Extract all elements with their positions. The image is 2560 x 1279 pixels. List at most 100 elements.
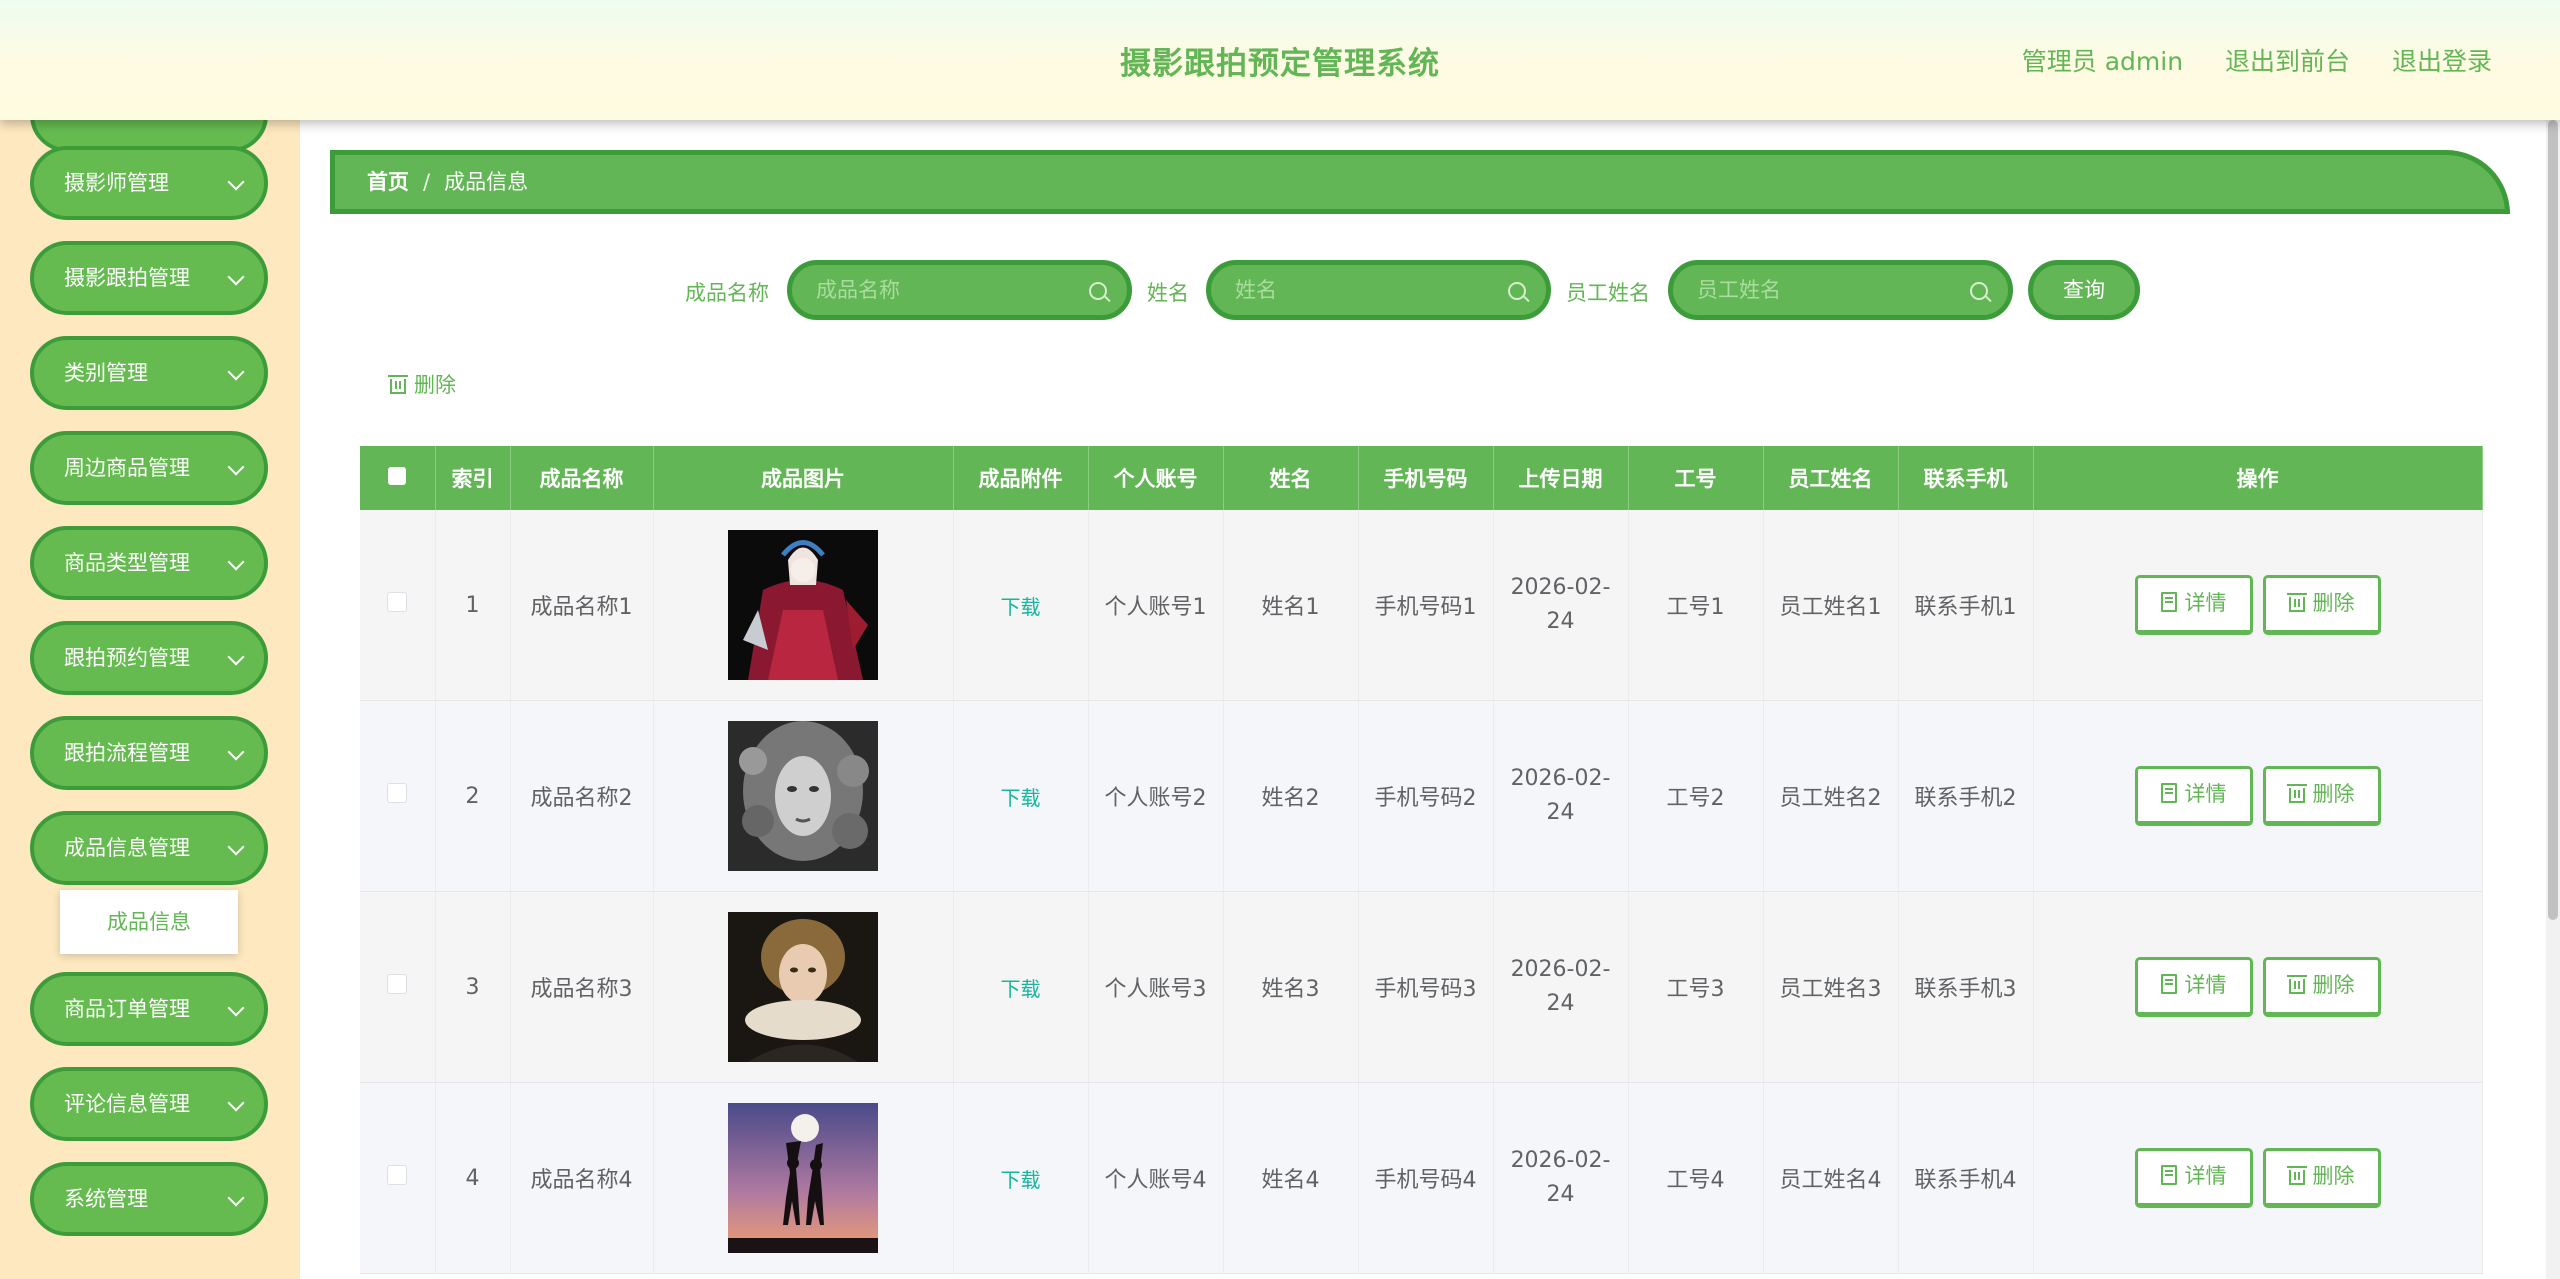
chevron-down-icon <box>227 743 245 761</box>
delete-button[interactable]: 删除 <box>2262 957 2381 1017</box>
breadcrumb-current: 成品信息 <box>444 170 529 194</box>
row-select-cell[interactable] <box>360 700 436 892</box>
sidebar-item-follow-shoot[interactable]: 摄影跟拍管理 <box>30 241 268 315</box>
sidebar-item-category[interactable]: 类别管理 <box>30 336 268 410</box>
batch-delete-button[interactable]: 删除 <box>388 369 456 399</box>
vertical-scrollbar[interactable] <box>2546 120 2560 1279</box>
xingming-cell: 姓名2 <box>1223 700 1359 892</box>
actions-cell: 详情 删除 <box>2033 510 2483 701</box>
name-search-input[interactable]: 成品名称 <box>787 260 1132 320</box>
download-link[interactable]: 下载 <box>1001 595 1041 619</box>
sidebar-item-process[interactable]: 跟拍流程管理 <box>30 716 268 790</box>
sidebar-item-reservation[interactable]: 跟拍预约管理 <box>30 621 268 695</box>
column-header: 联系手机 <box>1898 446 2034 510</box>
row-checkbox[interactable] <box>387 1165 408 1185</box>
name-search-label: 成品名称 <box>685 281 769 305</box>
row-checkbox[interactable] <box>387 783 408 803</box>
employee-search-label: 员工姓名 <box>1566 281 1650 305</box>
search-icon <box>1508 282 1526 300</box>
detail-button[interactable]: 详情 <box>2134 766 2253 826</box>
actions-cell: 详情 删除 <box>2033 1082 2483 1274</box>
upload-date-text: 2026-02-24 <box>1510 575 1611 634</box>
attachment-cell: 下载 <box>953 700 1089 892</box>
employee-cell: 员工姓名4 <box>1763 1082 1899 1274</box>
employee-cell: 员工姓名2 <box>1763 700 1899 892</box>
detail-button[interactable]: 详情 <box>2134 957 2253 1017</box>
top-header: 摄影跟拍预定管理系统 管理员 admin 退出到前台 退出登录 <box>0 0 2560 120</box>
phone-cell: 手机号码4 <box>1358 1082 1494 1274</box>
detail-label: 详情 <box>2184 591 2227 615</box>
sidebar: 摄影师管理 摄影跟拍管理 类别管理 周边商品管理 商品类型管理 跟拍预约管理 跟… <box>0 120 300 1279</box>
sidebar-item-label: 类别管理 <box>64 361 148 385</box>
attachment-cell: 下载 <box>953 1082 1089 1274</box>
select-all-checkbox[interactable] <box>388 467 407 485</box>
row-checkbox[interactable] <box>387 974 408 994</box>
download-link[interactable]: 下载 <box>1001 977 1041 1001</box>
product-image-opera[interactable] <box>728 530 878 680</box>
delete-button[interactable]: 删除 <box>2262 575 2381 635</box>
select-all-header[interactable] <box>360 446 436 510</box>
breadcrumb-home[interactable]: 首页 <box>367 170 409 194</box>
row-select-cell[interactable] <box>360 891 436 1083</box>
batch-delete-label: 删除 <box>414 373 456 397</box>
exit-to-front-link[interactable]: 退出到前台 <box>2225 47 2350 76</box>
job-no-cell: 工号2 <box>1628 700 1764 892</box>
row-checkbox[interactable] <box>387 592 408 612</box>
trash-icon <box>2286 1165 2307 1185</box>
product-image-cell <box>653 510 954 701</box>
sidebar-item-merch[interactable]: 周边商品管理 <box>30 431 268 505</box>
column-header: 操作 <box>2033 446 2483 510</box>
product-name-cell: 成品名称4 <box>510 1082 654 1274</box>
product-name-cell: 成品名称1 <box>510 510 654 701</box>
column-header: 员工姓名 <box>1763 446 1899 510</box>
product-image-moon-silhouette[interactable] <box>728 1103 878 1253</box>
sidebar-item-label: 摄影师管理 <box>64 171 169 195</box>
row-select-cell[interactable] <box>360 1082 436 1274</box>
sidebar-item-orders[interactable]: 商品订单管理 <box>30 972 268 1046</box>
sidebar-item-label: 系统管理 <box>64 1187 148 1211</box>
product-image-ruff-portrait[interactable] <box>728 912 878 1062</box>
xingming-search-input[interactable]: 姓名 <box>1206 260 1551 320</box>
submenu-product-info[interactable]: 成品信息 <box>60 890 238 954</box>
detail-button[interactable]: 详情 <box>2134 575 2253 635</box>
product-table: 索引 成品名称 成品图片 成品附件 个人账号 姓名 手机号码 上传日期 工号 员… <box>360 446 2483 1274</box>
logout-link[interactable]: 退出登录 <box>2392 47 2492 76</box>
upload-date-text: 2026-02-24 <box>1510 1148 1611 1207</box>
product-name-cell: 成品名称2 <box>510 700 654 892</box>
admin-user-link[interactable]: 管理员 admin <box>2022 47 2183 76</box>
scrollbar-thumb[interactable] <box>2548 120 2558 920</box>
chevron-down-icon <box>227 173 245 191</box>
download-link[interactable]: 下载 <box>1001 1168 1041 1192</box>
breadcrumb: 首页 / 成品信息 <box>330 150 2510 214</box>
detail-label: 详情 <box>2184 973 2227 997</box>
delete-label: 删除 <box>2312 1164 2355 1188</box>
sidebar-item-comments[interactable]: 评论信息管理 <box>30 1067 268 1141</box>
header-links: 管理员 admin 退出到前台 退出登录 <box>1988 42 2492 78</box>
trash-icon <box>2286 783 2307 803</box>
detail-button[interactable]: 详情 <box>2134 1148 2253 1208</box>
sidebar-item-system[interactable]: 系统管理 <box>30 1162 268 1236</box>
query-button[interactable]: 查询 <box>2028 260 2140 320</box>
sidebar-item-photographer[interactable]: 摄影师管理 <box>30 146 268 220</box>
delete-button[interactable]: 删除 <box>2262 1148 2381 1208</box>
table-row: 1 成品名称1 下载 个人账号1 姓名1 手机号码1 2026-02-24 工号… <box>360 510 2483 701</box>
document-icon <box>2160 1165 2177 1185</box>
document-icon <box>2160 974 2177 994</box>
chevron-down-icon <box>227 268 245 286</box>
table-row: 2 成品名称2 下载 个人账号2 姓名2 手机号码2 2026-02-24 工号… <box>360 700 2483 892</box>
trash-icon <box>388 374 408 394</box>
delete-button[interactable]: 删除 <box>2262 766 2381 826</box>
sidebar-item-product-type[interactable]: 商品类型管理 <box>30 526 268 600</box>
row-select-cell[interactable] <box>360 510 436 701</box>
download-link[interactable]: 下载 <box>1001 786 1041 810</box>
column-header: 成品图片 <box>653 446 954 510</box>
product-image-portrait-bw[interactable] <box>728 721 878 871</box>
upload-date-cell: 2026-02-24 <box>1493 700 1629 892</box>
sidebar-item-label: 商品订单管理 <box>64 997 190 1021</box>
delete-label: 删除 <box>2312 973 2355 997</box>
column-header: 个人账号 <box>1088 446 1224 510</box>
sidebar-item-product-info[interactable]: 成品信息管理 <box>30 811 268 885</box>
job-no-cell: 工号1 <box>1628 510 1764 701</box>
sidebar-item-label: 跟拍预约管理 <box>64 646 190 670</box>
employee-search-input[interactable]: 员工姓名 <box>1668 260 2013 320</box>
